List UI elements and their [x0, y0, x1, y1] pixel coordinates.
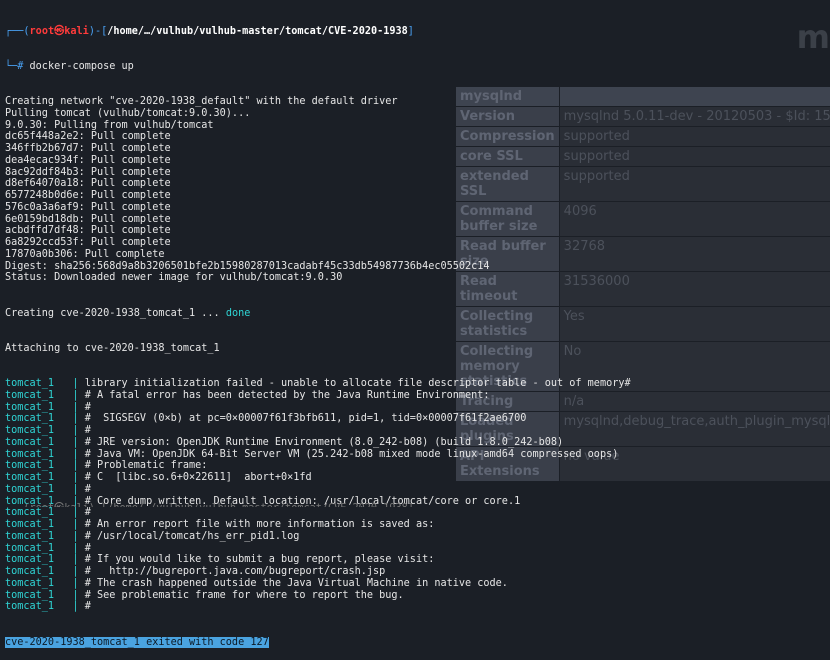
output-line: 8ac92ddf84b3: Pull complete [5, 167, 631, 179]
log-line: tomcat_1 | # [5, 425, 631, 437]
prompt-user: root㉿kali [30, 26, 89, 37]
log-line: tomcat_1 | # http://bugreport.java.com/b… [5, 566, 631, 578]
log-message: # The crash happened outside the Java Vi… [85, 578, 508, 589]
container-prefix: tomcat_1 | [5, 402, 85, 413]
creating-text: Creating cve-2020-1938_tomcat_1 ... [5, 308, 226, 319]
log-message: library initialization failed - unable t… [85, 378, 631, 389]
output-line: dc65f448a2e2: Pull complete [5, 131, 631, 143]
prompt-open: ┌──( [5, 26, 30, 37]
log-message: # Java VM: OpenJDK 64-Bit Server VM (25.… [85, 449, 619, 460]
exit-text-highlighted[interactable]: cve-2020-1938_tomcat_1 exited with code … [5, 637, 269, 648]
output-line: 6a8292ccd53f: Pull complete [5, 237, 631, 249]
log-line: tomcat_1 | # If you would like to submit… [5, 554, 631, 566]
exit-line: cve-2020-1938_tomcat_1 exited with code … [5, 637, 631, 649]
log-message: # [85, 425, 91, 436]
terminal-output[interactable]: ┌──(root㉿kali)-[/home/…/vulhub/vulhub-ma… [5, 2, 631, 660]
log-line: tomcat_1 | # [5, 507, 631, 519]
container-prefix: tomcat_1 | [5, 601, 85, 612]
container-prefix: tomcat_1 | [5, 413, 85, 424]
container-prefix: tomcat_1 | [5, 425, 85, 436]
log-message: # An error report file with more informa… [85, 519, 435, 530]
attaching-line: Attaching to cve-2020-1938_tomcat_1 [5, 343, 631, 355]
command-line: └─# docker-compose up [5, 61, 631, 73]
log-line: tomcat_1 | # Java VM: OpenJDK 64-Bit Ser… [5, 449, 631, 461]
log-line: tomcat_1 | # JRE version: OpenJDK Runtim… [5, 437, 631, 449]
container-prefix: tomcat_1 | [5, 543, 85, 554]
container-log: tomcat_1 | library initialization failed… [5, 378, 631, 613]
log-message: # /usr/local/tomcat/hs_err_pid1.log [85, 531, 300, 542]
output-line: Digest: sha256:568d9a8b3206501bfe2b15980… [5, 261, 631, 273]
log-line: tomcat_1 | # C [libc.so.6+0×22611] abort… [5, 472, 631, 484]
container-prefix: tomcat_1 | [5, 460, 85, 471]
log-message: # [85, 484, 91, 495]
log-message: # [85, 402, 91, 413]
output-line: 6e0159bd18db: Pull complete [5, 214, 631, 226]
container-prefix: tomcat_1 | [5, 519, 85, 530]
log-message: # JRE version: OpenJDK Runtime Environme… [85, 437, 563, 448]
prompt-close: ] [408, 26, 414, 37]
log-message: # [85, 543, 91, 554]
log-line: tomcat_1 | # [5, 484, 631, 496]
log-line: tomcat_1 | # A fatal error has been dete… [5, 390, 631, 402]
container-prefix: tomcat_1 | [5, 472, 85, 483]
creating-line: Creating cve-2020-1938_tomcat_1 ... done [5, 308, 631, 320]
creating-status: done [226, 308, 251, 319]
output-line: acbdffd7df48: Pull complete [5, 225, 631, 237]
log-line: tomcat_1 | # [5, 601, 631, 613]
log-message: # If you would like to submit a bug repo… [85, 554, 435, 565]
container-prefix: tomcat_1 | [5, 390, 85, 401]
container-prefix: tomcat_1 | [5, 378, 85, 389]
output-line: 17870a0b306: Pull complete [5, 249, 631, 261]
background-logo: m [797, 18, 830, 56]
output-line: Creating network "cve-2020-1938_default"… [5, 96, 631, 108]
container-prefix: tomcat_1 | [5, 484, 85, 495]
output-line: 9.0.30: Pulling from vulhub/tomcat [5, 120, 631, 132]
log-line: tomcat_1 | # SIGSEGV (0×b) at pc=0×00007… [5, 413, 631, 425]
container-prefix: tomcat_1 | [5, 590, 85, 601]
output-line: dea4ecac934f: Pull complete [5, 155, 631, 167]
container-prefix: tomcat_1 | [5, 531, 85, 542]
output-line: Pulling tomcat (vulhub/tomcat:9.0.30)... [5, 108, 631, 120]
container-prefix: tomcat_1 | [5, 578, 85, 589]
log-line: tomcat_1 | # [5, 402, 631, 414]
log-line: tomcat_1 | library initialization failed… [5, 378, 631, 390]
output-line: Status: Downloaded newer image for vulhu… [5, 272, 631, 284]
output-line: 346ffb2b67d7: Pull complete [5, 143, 631, 155]
log-message: # A fatal error has been detected by the… [85, 390, 490, 401]
log-line: tomcat_1 | # See problematic frame for w… [5, 590, 631, 602]
log-message: # C [libc.so.6+0×22611] abort+0×1fd [85, 472, 312, 483]
log-line: tomcat_1 | # /usr/local/tomcat/hs_err_pi… [5, 531, 631, 543]
container-prefix: tomcat_1 | [5, 507, 85, 518]
container-prefix: tomcat_1 | [5, 566, 85, 577]
log-message: # See problematic frame for where to rep… [85, 590, 404, 601]
log-message: # SIGSEGV (0×b) at pc=0×00007f61f3bfb611… [85, 413, 527, 424]
container-prefix: tomcat_1 | [5, 437, 85, 448]
log-message: # Problematic frame: [85, 460, 208, 471]
prompt-mid: )-[ [89, 26, 107, 37]
prompt-path: /home/…/vulhub/vulhub-master/tomcat/CVE-… [107, 26, 408, 37]
log-message: # [85, 507, 91, 518]
output-line: 576c0a3a6af9: Pull complete [5, 202, 631, 214]
log-line: tomcat_1 | # An error report file with m… [5, 519, 631, 531]
prompt-line: ┌──(root㉿kali)-[/home/…/vulhub/vulhub-ma… [5, 26, 631, 38]
output-line: d8ef64070a18: Pull complete [5, 178, 631, 190]
container-prefix: tomcat_1 | [5, 449, 85, 460]
prompt-hash: └─# [5, 61, 23, 72]
log-message: # http://bugreport.java.com/bugreport/cr… [85, 566, 386, 577]
log-line: tomcat_1 | # The crash happened outside … [5, 578, 631, 590]
log-line: tomcat_1 | # Problematic frame: [5, 460, 631, 472]
pull-output: Creating network "cve-2020-1938_default"… [5, 96, 631, 284]
output-line: 6577248b0d6e: Pull complete [5, 190, 631, 202]
log-message: # [85, 601, 91, 612]
command-text: docker-compose up [23, 61, 133, 72]
next-prompt-line: ┌──(root㉿kali)-[/home/…/vulhub/vulhub-ma… [5, 499, 414, 507]
log-line: tomcat_1 | # [5, 543, 631, 555]
container-prefix: tomcat_1 | [5, 554, 85, 565]
